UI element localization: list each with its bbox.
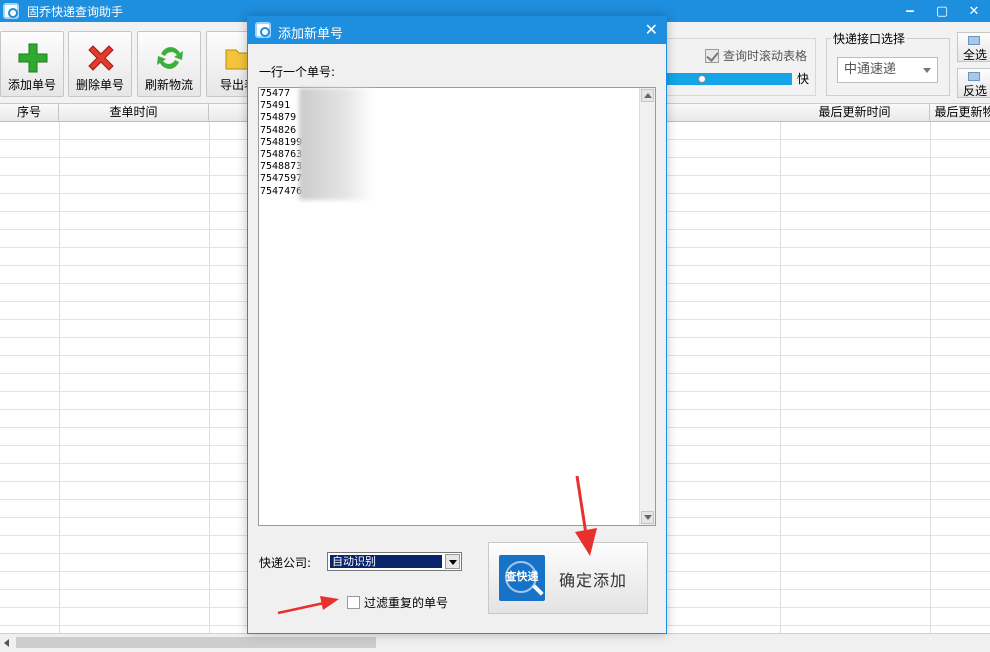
- column-header-last-update-time[interactable]: 最后更新时间: [780, 104, 930, 122]
- delete-tracking-button[interactable]: 删除单号: [68, 31, 132, 97]
- scroll-table-option[interactable]: 查询时滚动表格: [705, 47, 807, 64]
- add-tracking-dialog: 添加新单号 ✕ 一行一个单号: 75477 75491 754879 754826 75…: [247, 16, 667, 634]
- column-divider: [930, 122, 931, 633]
- plus-icon: [18, 43, 48, 73]
- refresh-logistics-button[interactable]: 刷新物流: [137, 31, 201, 97]
- invert-selection-label: 反选: [963, 84, 988, 98]
- scroll-left-icon[interactable]: [4, 639, 9, 647]
- magnifier-handle: [532, 584, 544, 596]
- column-header-last-update-info[interactable]: 最后更新物: [930, 104, 990, 122]
- window-controls: ‒ ▢ ✕: [894, 0, 990, 22]
- tracking-numbers-textarea[interactable]: 75477 75491 754879 754826 7548199 7548763 7548…: [258, 87, 656, 526]
- invert-selection-button[interactable]: 反选: [957, 68, 990, 98]
- horizontal-scrollbar[interactable]: [0, 633, 990, 652]
- courier-company-value: 自动识别: [330, 555, 442, 568]
- search-express-logo: 查快递: [499, 555, 545, 601]
- column-header-query-time[interactable]: 查单时间: [59, 104, 209, 122]
- select-all-button[interactable]: 全选: [957, 32, 990, 62]
- courier-company-select[interactable]: 自动识别: [327, 552, 462, 571]
- filter-duplicates-option[interactable]: 过滤重复的单号: [347, 594, 448, 611]
- dialog-title-bar: 添加新单号 ✕: [248, 17, 666, 44]
- courier-company-label: 快递公司:: [259, 556, 312, 570]
- scroll-down-icon[interactable]: [641, 511, 654, 524]
- chevron-down-icon[interactable]: [445, 554, 460, 569]
- redaction-blur: [299, 88, 374, 200]
- app-logo-icon: [3, 3, 19, 19]
- confirm-add-button[interactable]: 查快递 确定添加: [488, 542, 648, 614]
- dialog-logo-icon: [255, 22, 271, 38]
- add-tracking-label: 添加单号: [7, 78, 56, 92]
- api-select[interactable]: 中通速递: [837, 57, 938, 83]
- select-all-icon: [968, 36, 980, 45]
- maximize-button[interactable]: ▢: [926, 0, 958, 22]
- close-button[interactable]: ✕: [958, 0, 990, 22]
- api-selected-value: 中通速递: [844, 62, 897, 77]
- delete-x-icon: [88, 45, 114, 71]
- speed-fast-label: 快: [797, 72, 810, 86]
- refresh-logistics-label: 刷新物流: [144, 78, 193, 92]
- invert-selection-icon: [968, 72, 980, 81]
- speed-slider-thumb[interactable]: [698, 75, 706, 83]
- filter-duplicates-label: 过滤重复的单号: [364, 596, 449, 610]
- scroll-up-icon[interactable]: [641, 89, 654, 102]
- chevron-down-icon: [923, 68, 931, 73]
- filter-duplicates-checkbox[interactable]: [347, 596, 360, 609]
- column-divider: [780, 122, 781, 633]
- refresh-icon: [157, 46, 183, 70]
- api-group-label: 快递接口选择: [831, 30, 908, 47]
- column-divider: [59, 122, 60, 633]
- main-window: 固乔快递查询助手 ‒ ▢ ✕ 添加单号 删除单号 刷新物流 导出表 查询时滚动表…: [0, 0, 990, 652]
- window-title: 固乔快递查询助手: [27, 4, 124, 19]
- scroll-table-label: 查询时滚动表格: [723, 49, 808, 63]
- column-divider: [209, 122, 210, 633]
- textarea-vertical-scrollbar[interactable]: [639, 88, 655, 525]
- logo-text: 查快递: [505, 570, 539, 583]
- select-all-label: 全选: [963, 48, 988, 62]
- add-tracking-button[interactable]: 添加单号: [0, 31, 64, 97]
- horizontal-scroll-thumb[interactable]: [16, 637, 376, 648]
- dialog-title: 添加新单号: [278, 27, 344, 42]
- delete-tracking-label: 删除单号: [75, 78, 124, 92]
- speed-slider[interactable]: [666, 73, 792, 85]
- minimize-button[interactable]: ‒: [894, 0, 926, 22]
- one-per-line-label: 一行一个单号:: [259, 65, 336, 79]
- dialog-close-button[interactable]: ✕: [645, 20, 658, 39]
- column-header-index[interactable]: 序号: [0, 104, 59, 122]
- scroll-table-checkbox[interactable]: [705, 48, 719, 63]
- confirm-add-label: 确定添加: [559, 571, 628, 590]
